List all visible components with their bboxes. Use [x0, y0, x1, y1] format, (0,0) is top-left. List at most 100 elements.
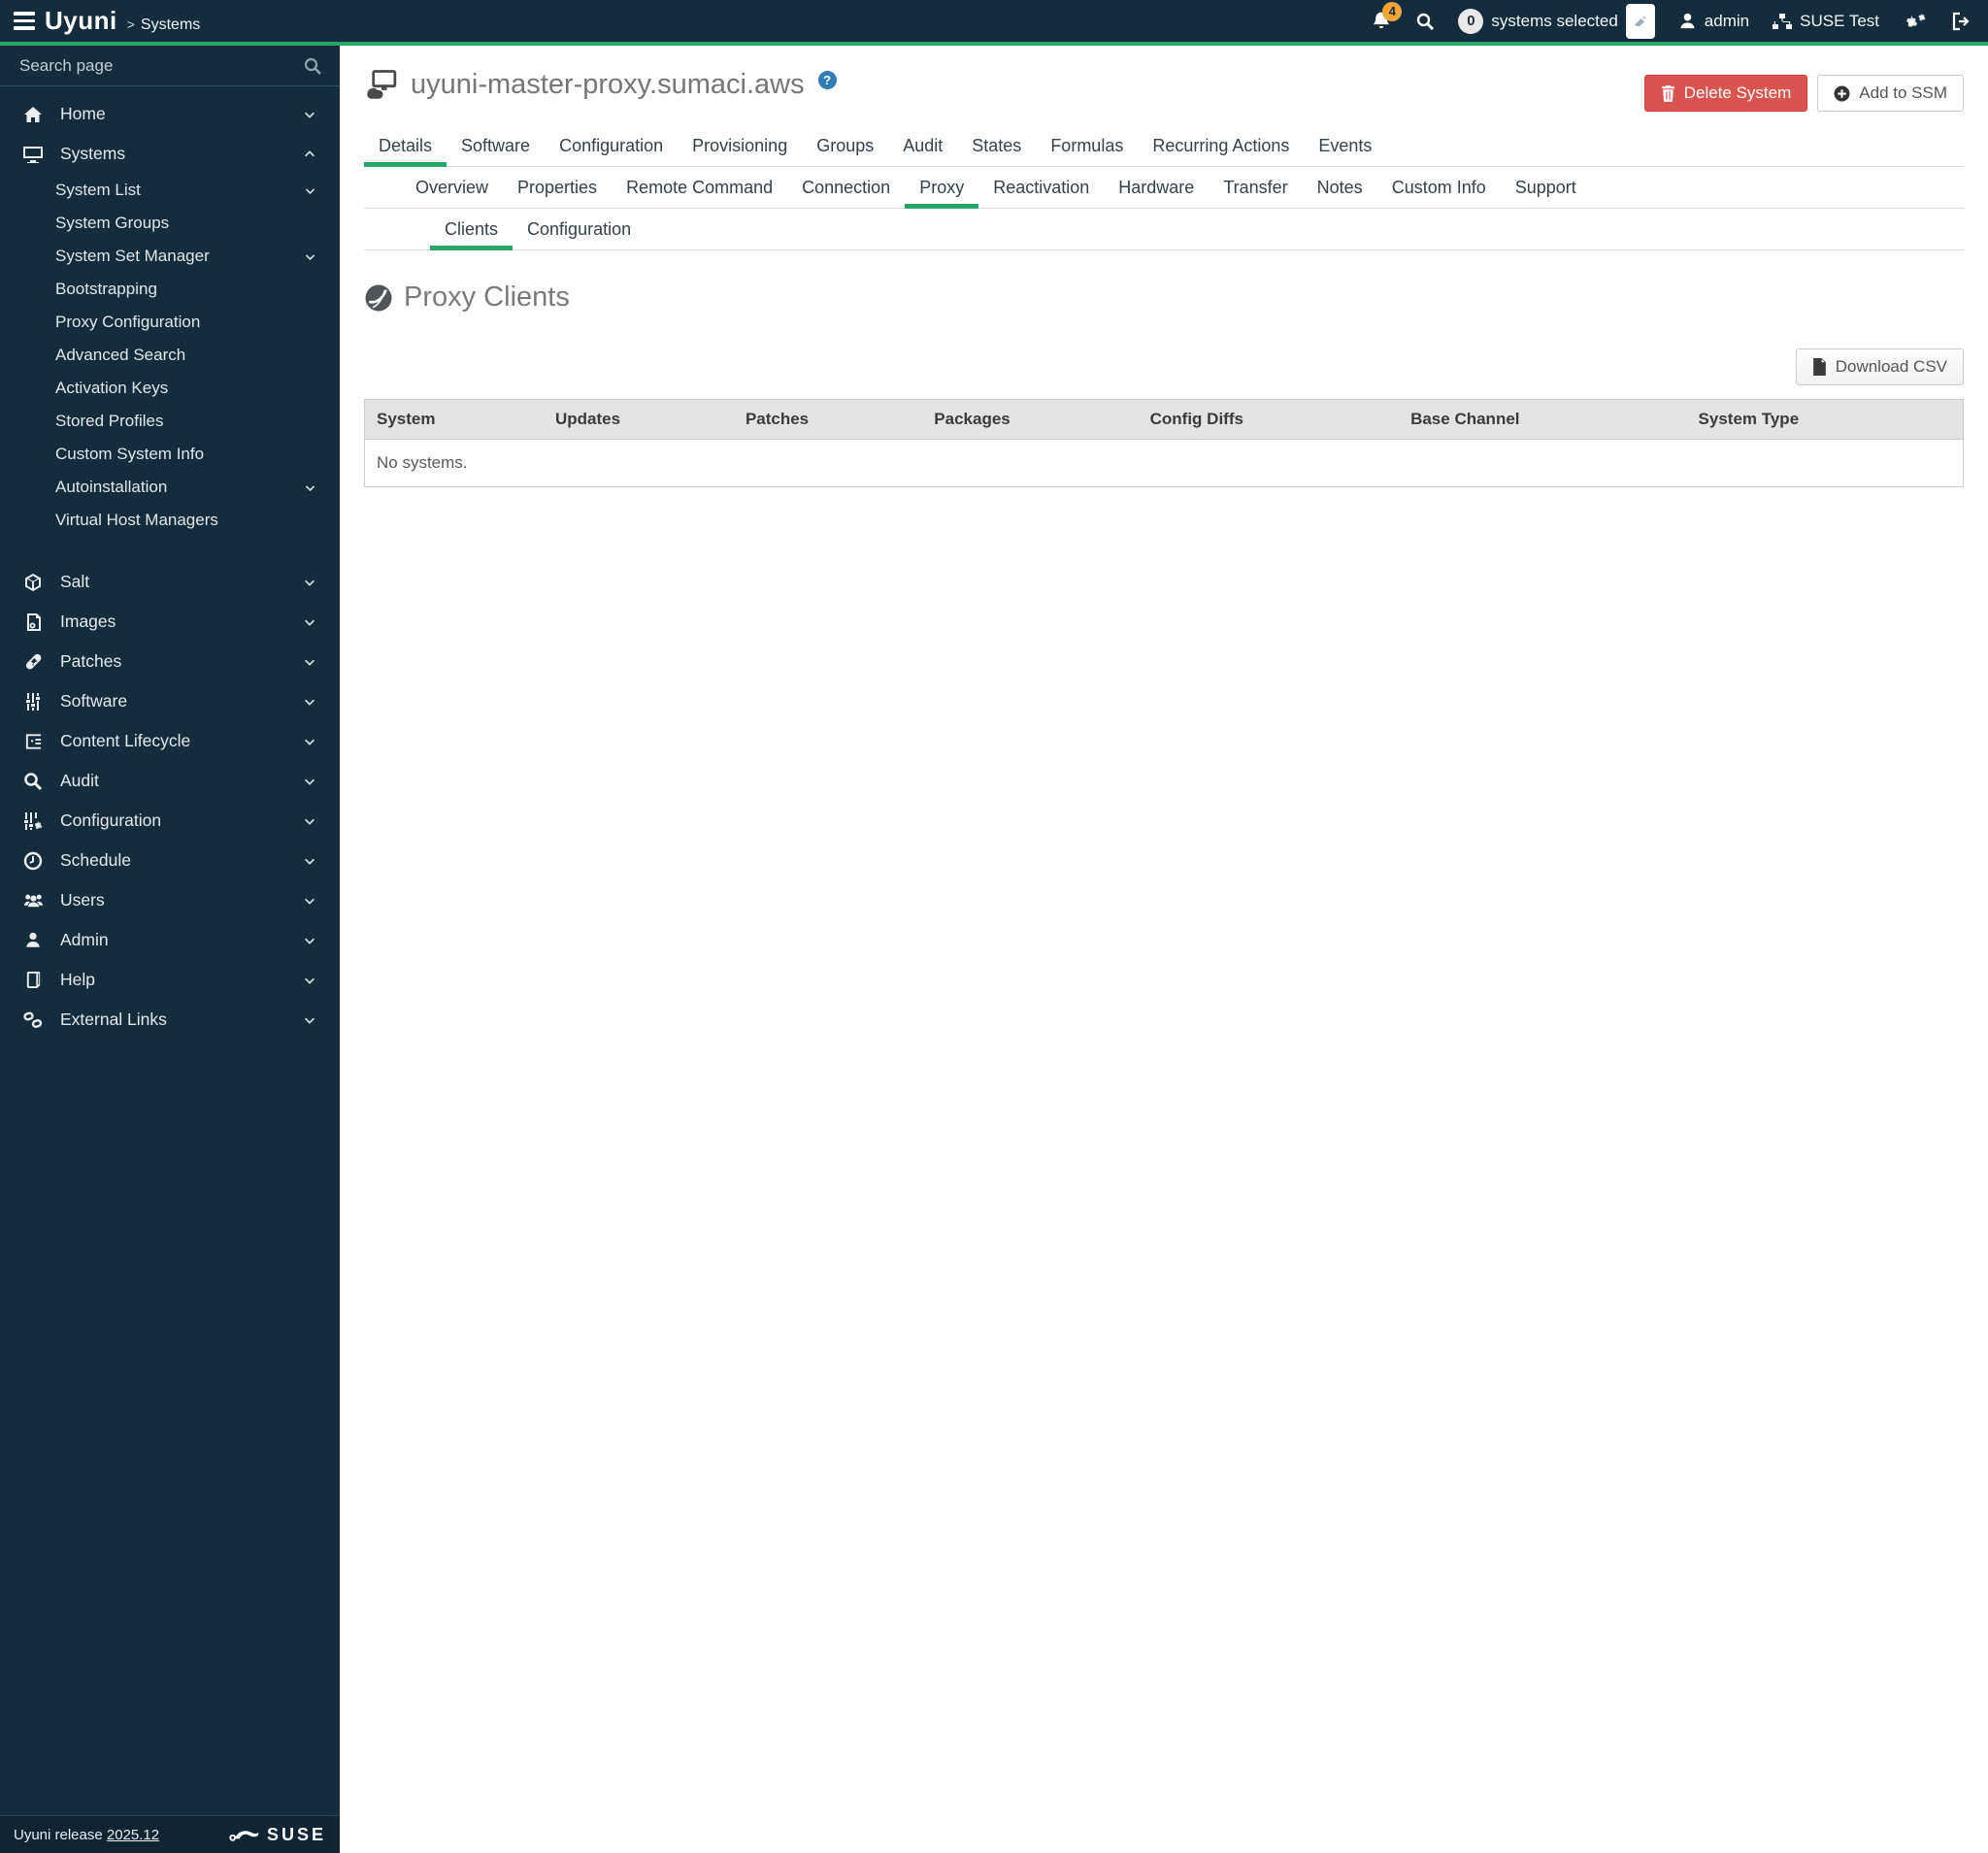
delete-system-button[interactable]: Delete System	[1643, 75, 1808, 112]
col-updates[interactable]: Updates	[543, 399, 734, 440]
users-icon	[21, 892, 45, 910]
subtab-overview[interactable]: Overview	[401, 169, 503, 208]
sidebar-search-input[interactable]	[17, 54, 303, 77]
subtab-notes[interactable]: Notes	[1303, 169, 1377, 208]
subsubtab-clients[interactable]: Clients	[430, 211, 514, 250]
chevron-down-icon	[303, 934, 316, 947]
notifications-button[interactable]: 4	[1371, 1, 1403, 32]
tab-audit[interactable]: Audit	[888, 127, 957, 166]
subtab-connection[interactable]: Connection	[787, 169, 905, 208]
sidebar-subitem-system-list[interactable]: System List	[0, 174, 340, 207]
subtab-remote-command[interactable]: Remote Command	[612, 169, 787, 208]
chevron-down-icon	[303, 775, 316, 788]
sidebar-item-patches[interactable]: Patches	[0, 642, 340, 681]
subtab-properties[interactable]: Properties	[503, 169, 612, 208]
subtab-support[interactable]: Support	[1501, 169, 1591, 208]
tab-states[interactable]: States	[957, 127, 1036, 166]
col-base-channel[interactable]: Base Channel	[1399, 399, 1687, 440]
title-wrap: uyuni-master-proxy.sumaci.aws ?	[364, 69, 837, 101]
sidebar-subitem-system-groups[interactable]: System Groups	[0, 207, 340, 240]
selected-count-badge: 0	[1458, 8, 1484, 34]
sign-out-button[interactable]	[1951, 12, 1971, 31]
sidebar-item-label: Systems	[60, 144, 126, 163]
config-sliders-gear-icon	[21, 811, 45, 831]
col-system[interactable]: System	[364, 399, 544, 440]
sidebar-subitem-bootstrapping[interactable]: Bootstrapping	[0, 273, 340, 306]
tab-provisioning[interactable]: Provisioning	[678, 127, 802, 166]
clock-icon	[21, 851, 45, 871]
col-patches[interactable]: Patches	[733, 399, 923, 440]
sidebar-item-admin[interactable]: Admin	[0, 920, 340, 960]
tabs-level3: Clients Configuration	[364, 211, 1964, 250]
sidebar-subitem-virtual-host-managers[interactable]: Virtual Host Managers	[0, 504, 340, 537]
add-to-ssm-button[interactable]: Add to SSM	[1817, 75, 1964, 112]
tab-configuration[interactable]: Configuration	[545, 127, 678, 166]
sidebar-item-label: Patches	[60, 651, 122, 671]
brand-logo[interactable]: Uyuni	[45, 6, 117, 36]
chevron-down-icon	[303, 894, 316, 908]
sidebar-subitem-proxy-configuration[interactable]: Proxy Configuration	[0, 306, 340, 339]
sidebar-search-icon[interactable]	[303, 56, 322, 76]
sidebar-item-images[interactable]: Images	[0, 602, 340, 642]
sidebar-item-salt[interactable]: Salt	[0, 562, 340, 602]
col-system-type[interactable]: System Type	[1686, 399, 1964, 440]
table-empty-row: No systems.	[364, 439, 1964, 487]
monitor-icon	[21, 145, 45, 164]
hamburger-menu-icon[interactable]	[14, 12, 35, 30]
breadcrumb[interactable]: Systems	[141, 17, 200, 34]
topbar-actions: 4 0 systems selected admin SUSE Test	[1371, 1, 1971, 39]
sidebar-item-help[interactable]: Help	[0, 960, 340, 1000]
tab-events[interactable]: Events	[1304, 127, 1386, 166]
chevron-down-icon	[303, 655, 316, 669]
empty-message: No systems.	[364, 439, 1964, 487]
user-menu[interactable]: admin	[1678, 12, 1749, 31]
user-name: admin	[1704, 11, 1750, 30]
organization-name: SUSE Test	[1800, 11, 1879, 30]
sidebar-item-label: Users	[60, 890, 105, 910]
tab-software[interactable]: Software	[447, 127, 545, 166]
sidebar-item-home[interactable]: Home	[0, 94, 340, 134]
sidebar-subitem-advanced-search[interactable]: Advanced Search	[0, 339, 340, 372]
clear-selection-button[interactable]	[1625, 3, 1655, 39]
subtab-hardware[interactable]: Hardware	[1104, 169, 1209, 208]
sidebar-subitem-custom-system-info[interactable]: Custom System Info	[0, 438, 340, 471]
sidebar-item-software[interactable]: Software	[0, 681, 340, 721]
tab-groups[interactable]: Groups	[802, 127, 888, 166]
col-config-diffs[interactable]: Config Diffs	[1138, 399, 1400, 440]
sidebar-item-label: Software	[60, 691, 128, 711]
sidebar-item-schedule[interactable]: Schedule	[0, 841, 340, 880]
sidebar-item-systems[interactable]: Systems	[0, 134, 340, 174]
sidebar-subitem-stored-profiles[interactable]: Stored Profiles	[0, 405, 340, 438]
download-csv-button[interactable]: Download CSV	[1795, 348, 1964, 385]
sidebar-item-label: Schedule	[60, 850, 131, 870]
chevron-up-icon	[303, 148, 316, 161]
table-toolbar: Download CSV	[364, 348, 1964, 385]
sliders-icon	[21, 692, 45, 711]
tab-details[interactable]: Details	[364, 127, 447, 167]
global-search-button[interactable]	[1415, 12, 1435, 31]
subtab-proxy[interactable]: Proxy	[905, 169, 979, 209]
organization-menu[interactable]: SUSE Test	[1773, 12, 1879, 31]
tab-recurring-actions[interactable]: Recurring Actions	[1138, 127, 1304, 166]
sidebar-subitem-autoinstallation[interactable]: Autoinstallation	[0, 471, 340, 504]
chevron-down-icon	[303, 735, 316, 748]
subtab-custom-info[interactable]: Custom Info	[1377, 169, 1501, 208]
sidebar-item-content-lifecycle[interactable]: Content Lifecycle	[0, 721, 340, 761]
sidebar-item-external-links[interactable]: External Links	[0, 1000, 340, 1040]
subtab-reactivation[interactable]: Reactivation	[978, 169, 1104, 208]
release-version-link[interactable]: 2025.12	[107, 1827, 159, 1843]
main-content: uyuni-master-proxy.sumaci.aws ? Delete S…	[340, 46, 1988, 1853]
subsubtab-configuration[interactable]: Configuration	[513, 211, 646, 249]
help-icon[interactable]: ?	[817, 71, 837, 89]
col-packages[interactable]: Packages	[922, 399, 1139, 440]
sidebar-item-users[interactable]: Users	[0, 880, 340, 920]
settings-button[interactable]	[1903, 11, 1928, 32]
sidebar-subitem-activation-keys[interactable]: Activation Keys	[0, 372, 340, 405]
sidebar-item-configuration[interactable]: Configuration	[0, 801, 340, 841]
tab-formulas[interactable]: Formulas	[1036, 127, 1138, 166]
sidebar-subitem-system-set-manager[interactable]: System Set Manager	[0, 240, 340, 273]
subtab-transfer[interactable]: Transfer	[1209, 169, 1302, 208]
sidebar-item-audit[interactable]: Audit	[0, 761, 340, 801]
proxy-system-icon	[364, 69, 399, 101]
ssm-counter: 0 systems selected	[1458, 3, 1655, 39]
